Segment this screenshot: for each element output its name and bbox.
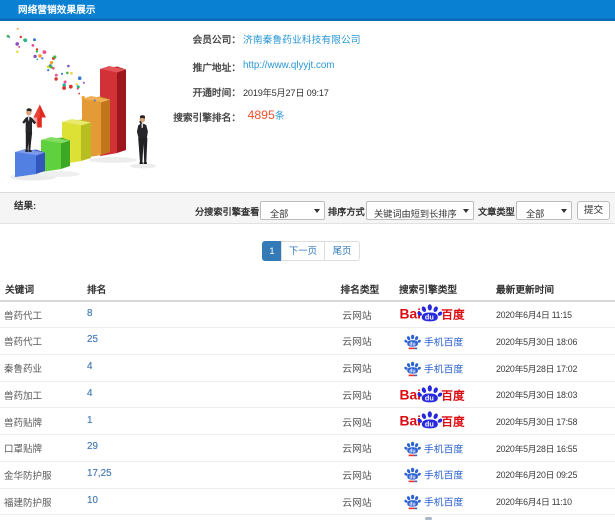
svg-text:手机百度: 手机百度 <box>424 495 463 508</box>
svg-text:du: du <box>409 501 415 507</box>
svg-text:du: du <box>425 420 434 429</box>
svg-text:du: du <box>409 475 415 481</box>
svg-text:百度: 百度 <box>441 388 465 402</box>
svg-text:手机百度: 手机百度 <box>424 469 463 482</box>
svg-text:du: du <box>409 448 415 454</box>
svg-text:手机百度: 手机百度 <box>424 442 463 455</box>
svg-text:百度: 百度 <box>441 415 465 429</box>
svg-text:du: du <box>425 313 434 322</box>
svg-text:du: du <box>425 393 434 402</box>
svg-text:百度: 百度 <box>441 308 465 322</box>
svg-text:du: du <box>409 341 415 347</box>
svg-text:du: du <box>409 368 415 374</box>
svg-text:手机百度: 手机百度 <box>424 362 463 375</box>
svg-text:手机百度: 手机百度 <box>424 335 463 348</box>
